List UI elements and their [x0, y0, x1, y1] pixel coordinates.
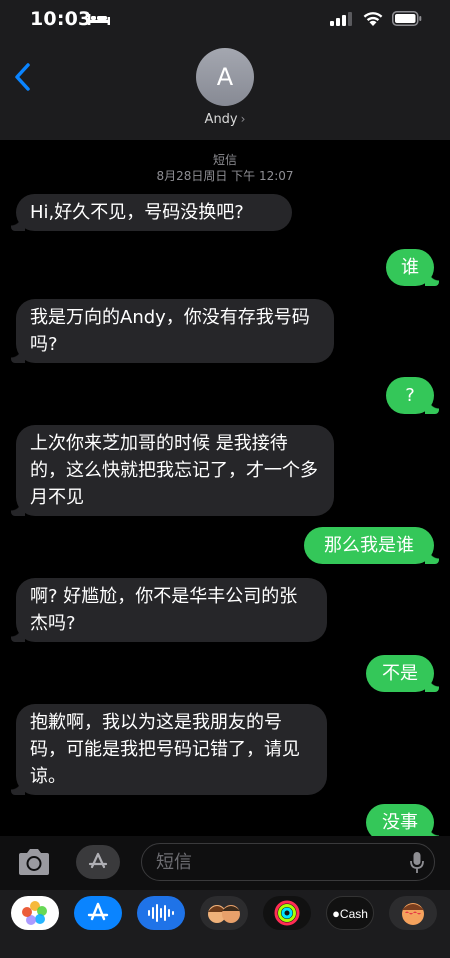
- message-text: 谁: [401, 257, 419, 278]
- message-text: 那么我是谁: [324, 535, 414, 556]
- apps-icon: [88, 852, 108, 869]
- microphone-icon[interactable]: [410, 852, 424, 874]
- cash-label: Cash: [339, 906, 368, 921]
- message-text: ?: [405, 385, 415, 406]
- status-bar: 10:03: [0, 0, 450, 40]
- chevron-right-icon: ›: [240, 112, 246, 126]
- contact-name: Andy: [204, 112, 238, 127]
- camera-icon[interactable]: [14, 842, 54, 882]
- message-bubble-incoming[interactable]: Hi,好久不见，号码没换吧?: [11, 194, 292, 231]
- message-input-field[interactable]: [141, 843, 435, 881]
- message-bubble-outgoing[interactable]: 那么我是谁: [304, 527, 439, 564]
- audio-message-button[interactable]: [137, 896, 185, 930]
- message-bubble-outgoing[interactable]: 不是: [366, 655, 439, 692]
- battery-icon: [392, 11, 422, 26]
- sleep-focus-icon: [88, 14, 110, 25]
- apple-cash-button[interactable]: ●Cash: [326, 896, 374, 930]
- message-text: 我是万向的Andy，你没有存我号码吗?: [30, 307, 310, 355]
- message-text: 没事: [382, 812, 418, 833]
- message-input[interactable]: [156, 848, 396, 876]
- wifi-icon: [363, 12, 383, 26]
- apple-cash-icon: ●Cash: [332, 905, 368, 921]
- photos-icon: [22, 901, 47, 925]
- message-bubble-incoming[interactable]: 抱歉啊，我以为这是我朋友的号码，可能是我把号码记错了，请见谅。: [11, 704, 327, 795]
- avatar-initial: A: [216, 63, 234, 91]
- conversation-meta: 短信 8月28日周日 下午 12:07: [0, 152, 450, 184]
- memoji-stickers-icon: [402, 903, 424, 925]
- app-store-button[interactable]: [76, 845, 120, 879]
- message-bubble-incoming[interactable]: 上次你来芝加哥的时候 是我接待的，这么快就把我忘记了，才一个多月不见: [11, 425, 334, 516]
- audio-waveform-icon: [148, 904, 174, 922]
- message-bubble-incoming[interactable]: 啊? 好尴尬，你不是华丰公司的张杰吗?: [11, 578, 327, 642]
- message-bubble-outgoing[interactable]: 谁: [386, 249, 439, 286]
- photos-app-button[interactable]: [11, 896, 59, 930]
- memoji-icon: [208, 905, 240, 923]
- contact-name-button[interactable]: Andy ›: [0, 112, 450, 127]
- message-text: 不是: [382, 663, 418, 684]
- app-store-icon: [87, 902, 109, 921]
- activity-rings-icon: [274, 900, 300, 926]
- status-time: 10:03: [30, 8, 92, 30]
- cellular-signal-icon: [330, 12, 352, 26]
- memoji-stickers-button[interactable]: [389, 896, 437, 930]
- contact-avatar[interactable]: A: [196, 48, 254, 106]
- app-store-app-button[interactable]: [74, 896, 122, 930]
- message-text: Hi,好久不见，号码没换吧?: [30, 202, 244, 223]
- memoji-button[interactable]: [200, 896, 248, 930]
- back-chevron-icon[interactable]: [12, 62, 34, 92]
- message-text: 啊? 好尴尬，你不是华丰公司的张杰吗?: [30, 586, 298, 634]
- message-text: 抱歉啊，我以为这是我朋友的号码，可能是我把号码记错了，请见谅。: [30, 712, 300, 787]
- message-bubble-outgoing[interactable]: ?: [386, 377, 439, 414]
- activity-button[interactable]: [263, 896, 311, 930]
- message-text: 上次你来芝加哥的时候 是我接待的，这么快就把我忘记了，才一个多月不见: [30, 433, 318, 508]
- timestamp: 8月28日周日 下午 12:07: [156, 169, 294, 183]
- message-bubble-incoming[interactable]: 我是万向的Andy，你没有存我号码吗?: [11, 299, 334, 363]
- service-label: 短信: [212, 153, 237, 167]
